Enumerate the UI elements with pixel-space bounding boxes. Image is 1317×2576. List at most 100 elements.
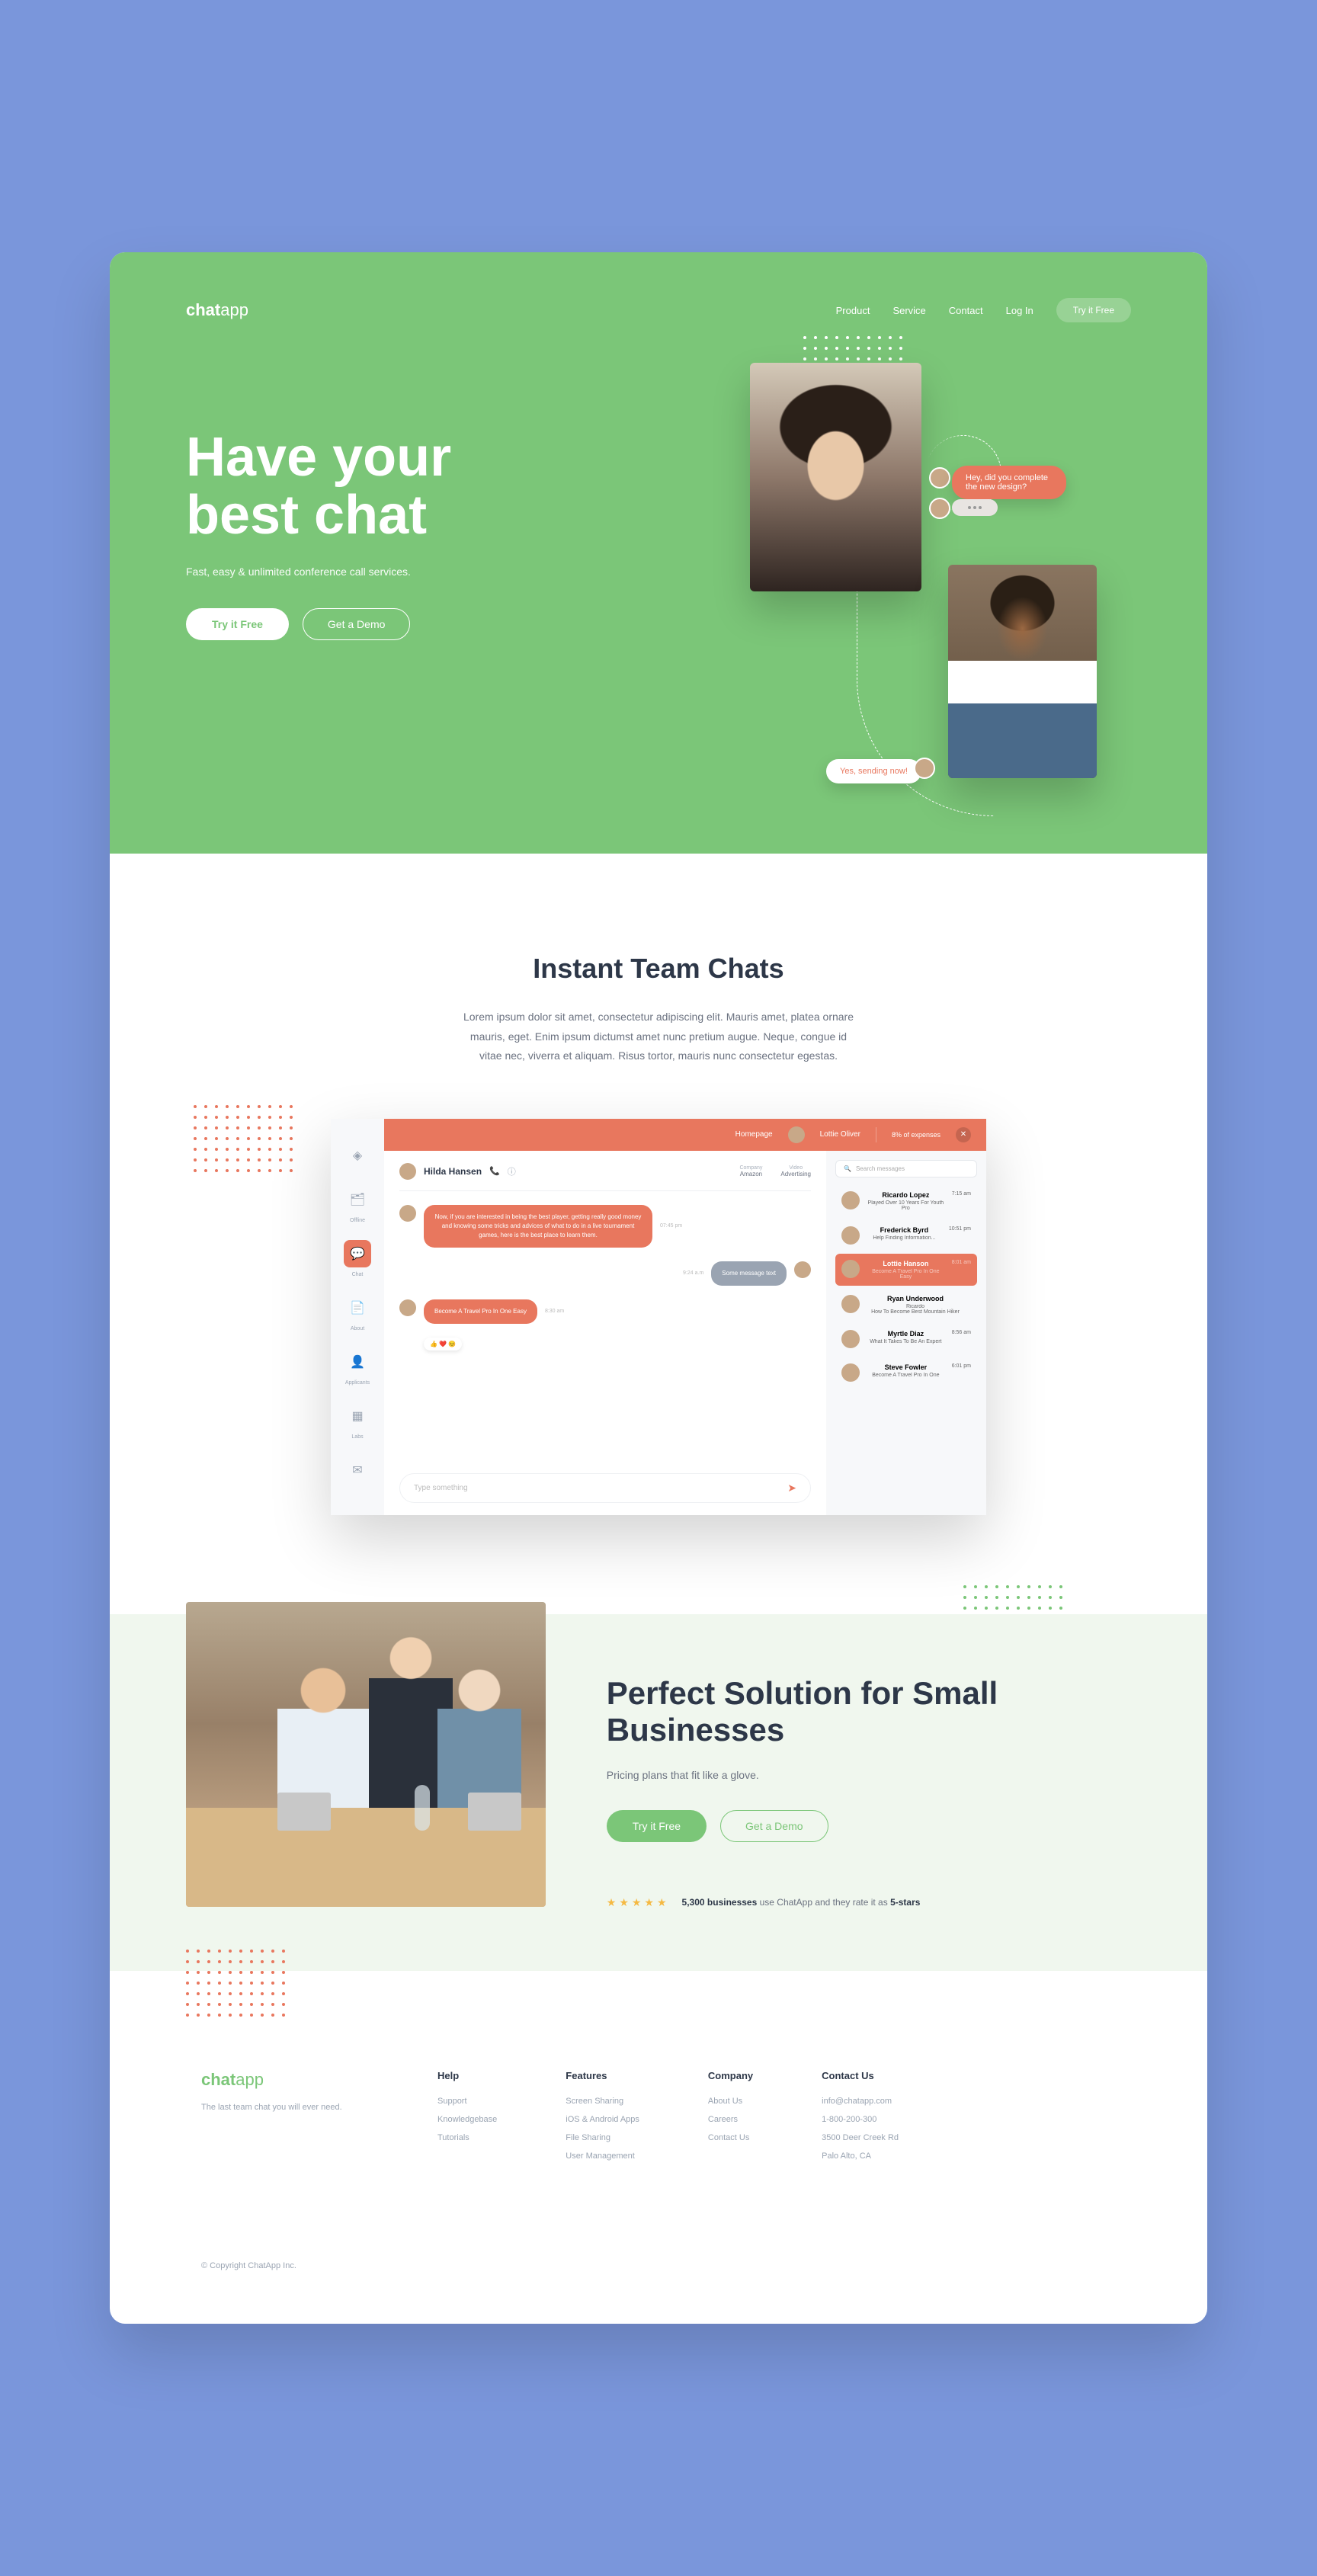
avatar-icon xyxy=(841,1191,860,1210)
send-icon: ➤ xyxy=(787,1482,796,1495)
nav-try-free-button[interactable]: Try it Free xyxy=(1056,298,1131,322)
hero-illustration: Hey, did you complete the new design? Ye… xyxy=(658,336,1131,824)
footer-link[interactable]: 3500 Deer Creek Rd xyxy=(822,2133,899,2142)
sidebar-label: Chat xyxy=(352,1272,364,1277)
app-mockup: ◈🗂Offline💬Chat📄About👤Applicants▦Labs✉ Ho… xyxy=(331,1119,986,1515)
contact-time: 8:01 am xyxy=(952,1260,971,1280)
rating-mid: use ChatApp and they rate it as xyxy=(757,1897,890,1908)
section3-title: Perfect Solution for Small Businesses xyxy=(607,1675,1131,1749)
contact-time: 10:51 pm xyxy=(949,1226,971,1245)
sidebar-icon: ◈ xyxy=(344,1142,371,1169)
contact-subtitle: Help Finding Information... xyxy=(866,1235,943,1241)
hero-content: Have your best chat Fast, easy & unlimit… xyxy=(186,429,537,640)
avatar-icon xyxy=(841,1226,860,1245)
footer-link[interactable]: Tutorials xyxy=(437,2133,497,2142)
search-icon: 🔍 xyxy=(844,1165,851,1172)
message-reactions: 👍 ❤️ 😊 xyxy=(424,1338,462,1350)
hero-section: chatapp Product Service Contact Log In T… xyxy=(110,252,1207,854)
sidebar-label: About xyxy=(351,1326,364,1331)
solution-content: Perfect Solution for Small Businesses Pr… xyxy=(607,1614,1131,1971)
contact-name: Myrtle Diaz xyxy=(866,1330,946,1338)
avatar-icon xyxy=(841,1363,860,1382)
footer-column: Features Screen Sharing iOS & Android Apps… xyxy=(566,2070,639,2170)
logo-thin: app xyxy=(220,300,248,319)
hero-photo-2 xyxy=(948,565,1097,778)
footer-col-title: Contact Us xyxy=(822,2070,899,2081)
contact-name: Steve Fowler xyxy=(866,1363,946,1371)
footer-brand: chatapp The last team chat you will ever… xyxy=(201,2070,369,2170)
laptop-illustration xyxy=(277,1793,331,1831)
label: Video xyxy=(780,1165,811,1171)
section3-buttons: Try it Free Get a Demo xyxy=(607,1810,1131,1842)
footer-link[interactable]: Contact Us xyxy=(708,2133,753,2142)
footer-link[interactable]: 1-800-200-300 xyxy=(822,2115,899,2124)
contact-subtitle: Become A Travel Pro In One Easy xyxy=(866,1269,946,1280)
contact-item: Steve FowlerBecome A Travel Pro In One6:… xyxy=(835,1357,977,1388)
footer-col-title: Features xyxy=(566,2070,639,2081)
bottle-illustration xyxy=(415,1785,430,1831)
logo-bold: chat xyxy=(201,2070,236,2089)
rating-text: 5,300 businesses use ChatApp and they ra… xyxy=(682,1895,921,1910)
hero-photo-1 xyxy=(750,363,921,591)
sidebar-icon: 📄 xyxy=(344,1294,371,1322)
nav-login[interactable]: Log In xyxy=(1006,305,1033,316)
nav-service[interactable]: Service xyxy=(892,305,925,316)
message-bubble: Become A Travel Pro In One Easy xyxy=(424,1299,537,1324)
contact-subtitle: RicardoHow To Become Best Mountain Hiker xyxy=(866,1304,965,1315)
footer-logo: chatapp xyxy=(201,2070,369,2090)
footer-link[interactable]: iOS & Android Apps xyxy=(566,2115,639,2124)
contact-item: Lottie HansonBecome A Travel Pro In One … xyxy=(835,1254,977,1286)
topbar-username: Lottie Oliver xyxy=(820,1130,860,1139)
chat-contact-name: Hilda Hansen xyxy=(424,1166,482,1177)
chat-header: Hilda Hansen 📞 ⓘ CompanyAmazon VideoAdve… xyxy=(399,1163,811,1191)
avatar-icon xyxy=(841,1260,860,1278)
footer-col-title: Company xyxy=(708,2070,753,2081)
footer-link[interactable]: Support xyxy=(437,2097,497,2106)
solution-section: Perfect Solution for Small Businesses Pr… xyxy=(110,1614,1207,1971)
typing-indicator xyxy=(952,499,998,516)
footer-link[interactable]: Careers xyxy=(708,2115,753,2124)
footer-link[interactable]: Screen Sharing xyxy=(566,2097,639,2106)
footer-link[interactable]: Palo Alto, CA xyxy=(822,2151,899,2161)
mockup-sidebar: ◈🗂Offline💬Chat📄About👤Applicants▦Labs✉ xyxy=(331,1119,384,1515)
footer-column: Contact Us info@chatapp.com 1-800-200-300 3… xyxy=(822,2070,899,2170)
message-time: 9:24 a.m xyxy=(683,1270,703,1276)
footer-link[interactable]: Knowledgebase xyxy=(437,2115,497,2124)
sidebar-label: Applicants xyxy=(345,1380,370,1386)
mockup-body: Hilda Hansen 📞 ⓘ CompanyAmazon VideoAdve… xyxy=(384,1151,986,1515)
footer-link[interactable]: About Us xyxy=(708,2097,753,2106)
contact-item: Ricardo LopezPlayed Over 10 Years For Yo… xyxy=(835,1185,977,1217)
search-input: 🔍Search messages xyxy=(835,1160,977,1177)
mockup-topbar: Homepage Lottie Oliver 8% of expenses ✕ xyxy=(384,1119,986,1151)
nav-product[interactable]: Product xyxy=(836,305,870,316)
demo-button[interactable]: Get a Demo xyxy=(720,1810,828,1842)
value: Amazon xyxy=(739,1171,762,1177)
contact-item: Frederick ByrdHelp Finding Information..… xyxy=(835,1220,977,1251)
contact-time: 8:56 am xyxy=(952,1330,971,1348)
contact-time: 7:15 am xyxy=(952,1191,971,1211)
sidebar-icon: 👤 xyxy=(344,1348,371,1376)
contact-item: Myrtle DiazWhat It Takes To Be An Expert… xyxy=(835,1324,977,1354)
hero-try-free-button[interactable]: Try it Free xyxy=(186,608,289,640)
nav-contact[interactable]: Contact xyxy=(949,305,983,316)
contact-name: Ricardo Lopez xyxy=(866,1191,946,1199)
footer-col-title: Help xyxy=(437,2070,497,2081)
mockup-main: Homepage Lottie Oliver 8% of expenses ✕ … xyxy=(384,1119,986,1515)
footer-link[interactable]: info@chatapp.com xyxy=(822,2097,899,2106)
section2-title: Instant Team Chats xyxy=(186,953,1131,985)
logo[interactable]: chatapp xyxy=(186,300,248,320)
contact-subtitle: What It Takes To Be An Expert xyxy=(866,1339,946,1344)
section3-subtitle: Pricing plans that fit like a glove. xyxy=(607,1769,1131,1781)
hero-demo-button[interactable]: Get a Demo xyxy=(303,608,410,640)
sidebar-label: Offline xyxy=(350,1218,365,1223)
rating-count: 5,300 businesses xyxy=(682,1897,758,1908)
sidebar-icon: 💬 xyxy=(344,1240,371,1267)
footer-link[interactable]: User Management xyxy=(566,2151,639,2161)
try-free-button[interactable]: Try it Free xyxy=(607,1810,707,1842)
label: Company xyxy=(739,1165,762,1171)
footer-link[interactable]: File Sharing xyxy=(566,2133,639,2142)
logo-bold: chat xyxy=(186,300,220,319)
avatar-icon xyxy=(399,1205,416,1222)
footer-column: Company About Us Careers Contact Us xyxy=(708,2070,753,2170)
message-row: Now, if you are interested in being the … xyxy=(399,1205,811,1248)
